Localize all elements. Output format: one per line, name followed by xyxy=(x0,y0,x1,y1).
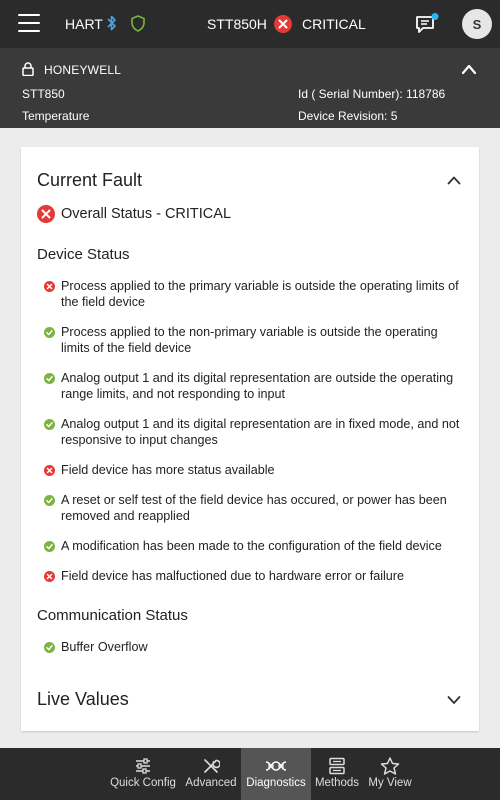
avatar[interactable]: S xyxy=(462,9,492,39)
device-revision: Device Revision: 5 xyxy=(298,109,398,123)
communication-status-title: Communication Status xyxy=(37,607,188,624)
status-item-text: Field device has more status available xyxy=(61,463,275,477)
status-item: Field device has more status available xyxy=(44,462,469,478)
error-icon xyxy=(44,571,55,582)
status-item-text: Process applied to the primary variable … xyxy=(61,279,459,309)
status-item: Buffer Overflow xyxy=(44,639,469,655)
nav-methods[interactable]: Methods xyxy=(312,748,362,800)
nav-label: Advanced xyxy=(185,777,237,789)
status-item-text: A modification has been made to the conf… xyxy=(61,539,442,553)
status-item-text: Process applied to the non-primary varia… xyxy=(61,325,438,355)
nav-my-view[interactable]: My View xyxy=(364,748,416,800)
nav-label: Quick Config xyxy=(110,777,176,789)
chevron-down-icon[interactable] xyxy=(447,695,461,705)
check-icon xyxy=(44,327,55,338)
nav-advanced[interactable]: Advanced xyxy=(182,748,240,800)
check-icon xyxy=(44,373,55,384)
status-item-text: A reset or self test of the field device… xyxy=(61,493,447,523)
status-item: Process applied to the primary variable … xyxy=(44,278,469,310)
device-type: Temperature xyxy=(22,109,90,123)
star-icon xyxy=(380,757,400,775)
nav-diagnostics[interactable]: Diagnostics xyxy=(241,748,311,800)
nav-label: My View xyxy=(368,777,412,789)
bluetooth-icon xyxy=(107,15,116,31)
error-icon xyxy=(44,281,55,292)
status-item: Process applied to the non-primary varia… xyxy=(44,324,469,356)
shield-icon xyxy=(131,15,145,32)
device-model: STT850 xyxy=(22,87,65,101)
device-status-title: Device Status xyxy=(37,246,130,263)
status-item: Field device has malfuctioned due to har… xyxy=(44,568,469,584)
chevron-up-icon[interactable] xyxy=(461,63,477,75)
current-fault-title[interactable]: Current Fault xyxy=(37,170,142,191)
device-manufacturer: HONEYWELL xyxy=(44,63,122,77)
tools-icon xyxy=(204,759,220,773)
nav-quick-config[interactable]: Quick Config xyxy=(108,748,178,800)
critical-status-icon xyxy=(274,15,292,33)
protocol-label: HART xyxy=(65,16,103,32)
status-item-text: Analog output 1 and its digital represen… xyxy=(61,417,460,447)
check-icon xyxy=(44,495,55,506)
device-status-text: CRITICAL xyxy=(302,16,366,32)
critical-icon xyxy=(37,205,55,223)
dna-icon xyxy=(265,761,287,771)
check-icon xyxy=(44,419,55,430)
check-icon xyxy=(44,541,55,552)
overall-status: Overall Status - CRITICAL xyxy=(61,206,232,222)
nav-label: Methods xyxy=(314,777,360,789)
device-serial-number: Id ( Serial Number): 118786 xyxy=(298,87,446,101)
methods-icon xyxy=(329,757,345,775)
status-item: A modification has been made to the conf… xyxy=(44,538,469,554)
top-app-bar: HART STT850H CRITICAL S xyxy=(0,0,500,48)
nav-label: Diagnostics xyxy=(246,777,306,789)
device-tag: STT850H xyxy=(207,16,267,32)
messages-icon[interactable] xyxy=(415,13,439,35)
error-icon xyxy=(44,465,55,476)
check-icon xyxy=(44,642,55,653)
chevron-up-icon[interactable] xyxy=(447,175,461,185)
status-item-text: Buffer Overflow xyxy=(61,640,148,654)
status-item-text: Field device has malfuctioned due to har… xyxy=(61,569,405,583)
hamburger-menu-icon[interactable] xyxy=(18,14,40,34)
live-values-title[interactable]: Live Values xyxy=(37,689,129,710)
status-item: Analog output 1 and its digital represen… xyxy=(44,370,469,402)
lock-icon xyxy=(22,62,34,76)
status-item: A reset or self test of the field device… xyxy=(44,492,469,524)
sliders-icon xyxy=(136,758,150,774)
status-item-text: Analog output 1 and its digital represen… xyxy=(61,371,454,401)
status-item: Analog output 1 and its digital represen… xyxy=(44,416,469,448)
